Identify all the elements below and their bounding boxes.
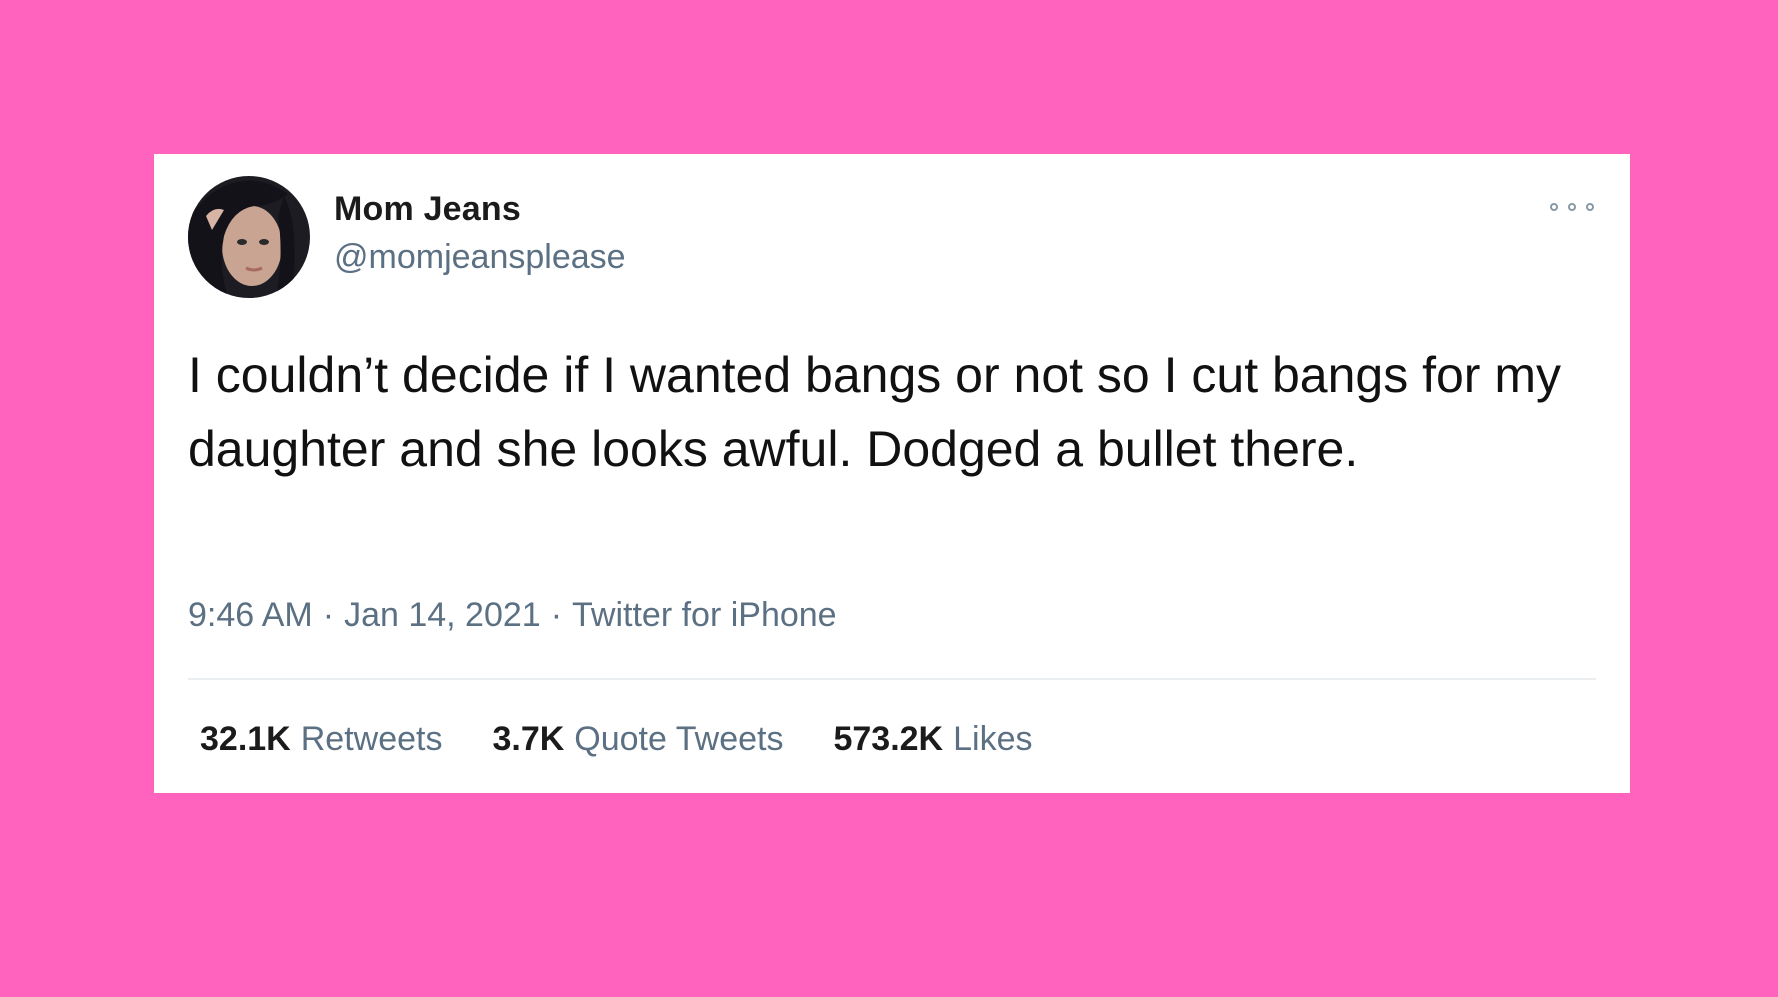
divider <box>188 678 1596 680</box>
tweet-text: I couldn’t decide if I wanted bangs or n… <box>188 347 1561 477</box>
retweets-stat[interactable]: 32.1K Retweets <box>200 720 442 759</box>
dot <box>1586 203 1594 211</box>
tweet-source[interactable]: Twitter for iPhone <box>572 596 837 634</box>
likes-label: Likes <box>953 720 1033 758</box>
author-handle[interactable]: @momjeansplease <box>334 238 626 277</box>
quote-tweets-stat[interactable]: 3.7K Quote Tweets <box>492 720 783 759</box>
tweet-card: Mom Jeans @momjeansplease I couldn’t dec… <box>154 154 1630 793</box>
tweet-date[interactable]: Jan 14, 2021 <box>344 596 541 634</box>
likes-stat[interactable]: 573.2K Likes <box>833 720 1032 759</box>
tweet-time[interactable]: 9:46 AM <box>188 596 313 634</box>
avatar[interactable] <box>188 176 310 298</box>
separator: · <box>550 596 563 634</box>
more-options-icon[interactable] <box>1550 198 1594 216</box>
tweet-metadata: 9:46 AM · Jan 14, 2021 · Twitter for iPhone <box>188 596 837 635</box>
likes-count: 573.2K <box>833 720 944 758</box>
quote-tweets-count: 3.7K <box>492 720 565 758</box>
profile-photo-icon <box>188 176 310 298</box>
dot <box>1568 203 1576 211</box>
dot <box>1550 203 1558 211</box>
retweets-count: 32.1K <box>200 720 291 758</box>
engagement-stats: 32.1K Retweets 3.7K Quote Tweets 573.2K Lik… <box>200 720 1032 759</box>
retweets-label: Retweets <box>300 720 443 758</box>
quote-tweets-label: Quote Tweets <box>574 720 784 758</box>
separator: · <box>322 596 335 634</box>
author-display-name[interactable]: Mom Jeans <box>334 190 521 229</box>
